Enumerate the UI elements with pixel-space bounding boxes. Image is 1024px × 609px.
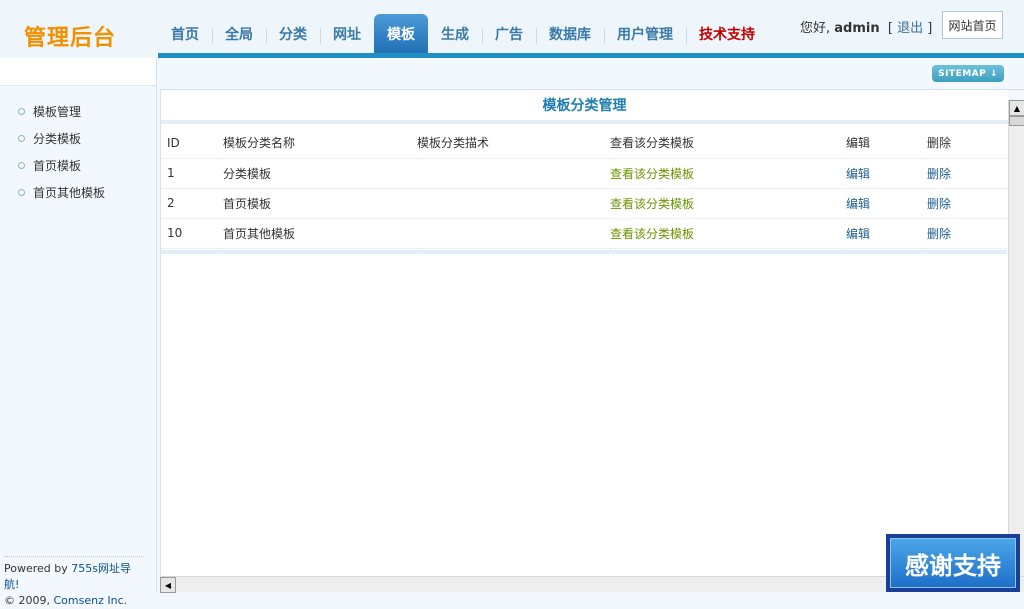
username: admin [834, 21, 880, 36]
view-templates-link[interactable]: 查看该分类模板 [610, 167, 694, 181]
edit-link[interactable]: 编辑 [846, 227, 870, 241]
scroll-up-icon[interactable]: ▲ [1009, 100, 1024, 116]
sidebar-item-label: 分类模板 [33, 132, 82, 146]
cell-id: 1 [161, 158, 223, 189]
delete-link[interactable]: 删除 [927, 197, 951, 211]
nav-generate[interactable]: 生成 [428, 14, 482, 54]
copyright-prefix: © 2009, [4, 594, 54, 607]
thanks-support-label: 感谢支持 [890, 538, 1016, 588]
table-header-row: ID 模板分类名称 模板分类描术 查看该分类模板 编辑 删除 [161, 128, 1007, 159]
powered-prefix: Powered by [4, 562, 72, 575]
sidebar-header [0, 58, 156, 86]
column-header-view: 查看该分类模板 [610, 128, 846, 159]
edit-link[interactable]: 编辑 [846, 197, 870, 211]
sidebar-item-home-other-template[interactable]: 首页其他模板 [18, 184, 105, 201]
main-nav: 首页 全局 分类 网址 模板 生成 广告 数据库 用户管理 技术支持 [158, 14, 768, 54]
sidebar-item-label: 首页其他模板 [33, 186, 106, 200]
sidebar-item-label: 首页模板 [33, 159, 82, 173]
sidebar-item-label: 模板管理 [33, 105, 82, 119]
sidebar-item-template-manage[interactable]: 模板管理 [18, 103, 81, 120]
nav-user-management[interactable]: 用户管理 [604, 14, 686, 54]
sitemap-button[interactable]: SITEMAP ↓ [932, 65, 1004, 82]
nav-database[interactable]: 数据库 [536, 14, 604, 54]
view-templates-link[interactable]: 查看该分类模板 [610, 197, 694, 211]
column-header-name: 模板分类名称 [223, 128, 417, 159]
cell-description [417, 158, 610, 189]
copyright-link[interactable]: Comsenz Inc. [53, 594, 127, 607]
template-category-table: ID 模板分类名称 模板分类描术 查看该分类模板 编辑 删除 1 分类模板 查看… [161, 128, 1007, 249]
bullet-icon [18, 189, 25, 196]
nav-tech-support[interactable]: 技术支持 [686, 14, 768, 54]
sidebar: 模板管理 分类模板 首页模板 首页其他模板 Powered by 755s网址导… [0, 58, 157, 607]
cell-id: 10 [161, 218, 223, 249]
delete-link[interactable]: 删除 [927, 167, 951, 181]
logo: 管理后台 [24, 26, 117, 51]
powered-line: Powered by 755s网址导航! [4, 561, 144, 593]
table-row: 10 首页其他模板 查看该分类模板 编辑 删除 [161, 218, 1007, 249]
sidebar-item-home-template[interactable]: 首页模板 [18, 157, 81, 174]
view-templates-link[interactable]: 查看该分类模板 [610, 227, 694, 241]
powered-by: Powered by 755s网址导航! © 2009, Comsenz Inc… [4, 556, 144, 609]
cell-name: 首页其他模板 [223, 218, 417, 249]
column-header-id: ID [161, 128, 223, 159]
toolbar: SITEMAP ↓ [160, 58, 1024, 90]
bullet-icon [18, 135, 25, 142]
scroll-thumb[interactable] [1009, 116, 1024, 126]
bracket-open: [ [883, 21, 898, 36]
greeting: 您好, [800, 21, 831, 36]
cell-description [417, 188, 610, 219]
logout-link[interactable]: 退出 [897, 21, 923, 36]
site-home-button[interactable]: 网站首页 [942, 11, 1003, 39]
nav-template[interactable]: 模板 [374, 14, 428, 54]
nav-category[interactable]: 分类 [266, 14, 320, 54]
main-content: 模板分类管理 ID 模板分类名称 模板分类描术 查看该分类模板 编辑 删除 1 … [160, 90, 1008, 576]
table-row: 1 分类模板 查看该分类模板 编辑 删除 [161, 158, 1007, 189]
copyright-line: © 2009, Comsenz Inc. [4, 593, 144, 609]
cell-name: 首页模板 [223, 188, 417, 219]
table-row: 2 首页模板 查看该分类模板 编辑 删除 [161, 188, 1007, 219]
user-info: 您好, admin [ 退出 ] [800, 17, 932, 36]
cell-name: 分类模板 [223, 158, 417, 189]
nav-url[interactable]: 网址 [320, 14, 374, 54]
bullet-icon [18, 162, 25, 169]
table-footer-bar [161, 250, 1007, 254]
cell-id: 2 [161, 188, 223, 219]
cell-description [417, 218, 610, 249]
bracket-close: ] [923, 21, 933, 36]
nav-home[interactable]: 首页 [158, 14, 212, 54]
page-title: 模板分类管理 [161, 90, 1008, 124]
nav-ads[interactable]: 广告 [482, 14, 536, 54]
column-header-delete: 删除 [927, 128, 1007, 159]
sidebar-item-category-template[interactable]: 分类模板 [18, 130, 81, 147]
edit-link[interactable]: 编辑 [846, 167, 870, 181]
header: 管理后台 首页 全局 分类 网址 模板 生成 广告 数据库 用户管理 技术支持 … [0, 0, 1024, 58]
nav-global[interactable]: 全局 [212, 14, 266, 54]
column-header-description: 模板分类描术 [417, 128, 610, 159]
column-header-edit: 编辑 [846, 128, 927, 159]
thanks-support-banner[interactable]: 感谢支持 [886, 534, 1020, 592]
vertical-scrollbar[interactable]: ▲ [1008, 100, 1024, 576]
bullet-icon [18, 108, 25, 115]
delete-link[interactable]: 删除 [927, 227, 951, 241]
scroll-left-icon[interactable]: ◀ [160, 577, 176, 593]
